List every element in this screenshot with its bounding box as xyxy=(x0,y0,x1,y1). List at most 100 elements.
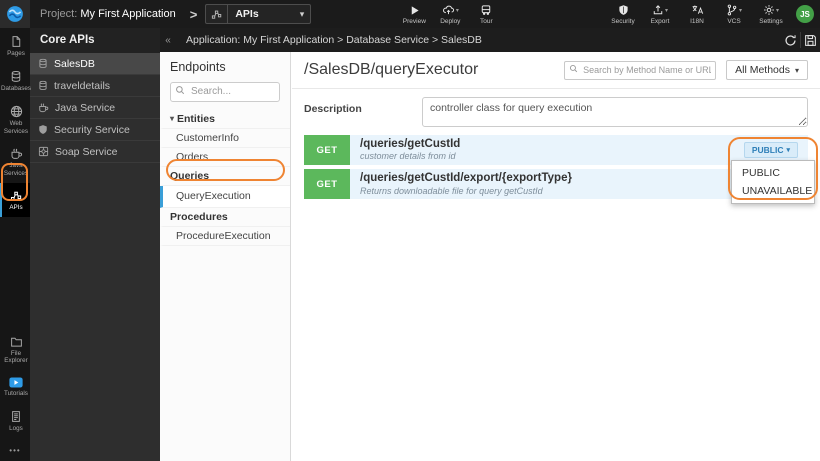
rail-item-web-services[interactable]: Web Services xyxy=(0,98,30,141)
description-label: Description xyxy=(304,103,362,115)
http-method-badge: GET xyxy=(304,135,350,166)
folder-icon xyxy=(10,336,23,348)
security-button[interactable]: Security xyxy=(608,4,638,25)
caret-down-icon: ▾ xyxy=(170,114,175,123)
wavemaker-logo[interactable] xyxy=(0,0,30,28)
rail-item-databases[interactable]: Databases xyxy=(0,63,31,98)
chevron-down-icon: ▾ xyxy=(664,7,668,14)
coffee-icon xyxy=(38,102,49,113)
topbar-actions: Preview ▾ Deploy Tour xyxy=(399,4,501,25)
caret-down-icon: ▾ xyxy=(794,65,799,75)
settings-gear-icon xyxy=(763,4,775,16)
breadcrumb: Application: My First Application > Data… xyxy=(186,34,482,46)
vcs-branch-icon xyxy=(726,4,738,16)
topbar-right-actions: Security ▾ Export I18N ▾ VCS ▾ Settings … xyxy=(608,4,820,25)
refresh-icon xyxy=(784,34,797,47)
chevron-right-icon: > xyxy=(189,6,198,22)
deploy-cloud-icon xyxy=(442,4,455,16)
endpoints-panel: Endpoints ▾ Entities CustomerInfo Orders… xyxy=(160,52,291,461)
core-apis-item-traveldetails[interactable]: traveldetails xyxy=(30,75,160,97)
security-shield-icon xyxy=(618,4,629,16)
rail-item-apis[interactable]: APIs xyxy=(0,183,30,218)
save-button[interactable] xyxy=(800,32,820,48)
method-search-input[interactable] xyxy=(564,60,717,80)
api-icon xyxy=(10,190,22,202)
main-header: /SalesDB/queryExecutor All Methods ▾ xyxy=(292,52,820,89)
deploy-button[interactable]: ▾ Deploy xyxy=(435,4,465,25)
section-procedures[interactable]: Procedures xyxy=(160,208,290,227)
user-avatar[interactable]: JS xyxy=(796,5,814,23)
endpoint-item-orders[interactable]: Orders xyxy=(160,148,290,167)
refresh-button[interactable] xyxy=(780,32,800,48)
http-method-badge: GET xyxy=(304,169,350,200)
perspective-label: APIs xyxy=(235,8,259,20)
rail-item-file-explorer[interactable]: File Explorer xyxy=(0,329,30,371)
endpoints-search-input[interactable] xyxy=(170,81,280,102)
caret-down-icon: ▾ xyxy=(786,147,790,155)
dropdown-option-unavailable[interactable]: UNAVAILABLE xyxy=(732,182,814,200)
api-icon xyxy=(206,5,229,23)
page-icon xyxy=(10,35,22,48)
project-label: Project: xyxy=(40,8,78,20)
play-icon xyxy=(409,5,420,16)
description-block: Description controller class for query e… xyxy=(304,97,808,127)
rail-overflow-menu[interactable]: ••• xyxy=(0,438,30,461)
database-icon xyxy=(38,58,48,69)
database-icon xyxy=(10,70,22,83)
save-icon xyxy=(804,34,817,47)
project-breadcrumb: Project: My First Application xyxy=(40,8,176,20)
chevron-down-icon: ▾ xyxy=(455,7,459,14)
perspective-select[interactable]: APIs ▾ xyxy=(205,4,312,24)
core-apis-item-salesdb[interactable]: SalesDB xyxy=(30,53,160,75)
app-window: Project: My First Application > APIs ▾ P… xyxy=(0,0,820,461)
core-apis-item-label: traveldetails xyxy=(54,79,111,92)
chevron-down-icon: ▾ xyxy=(775,7,779,14)
endpoint-item-procedureexecution[interactable]: ProcedureExecution xyxy=(160,227,290,246)
database-icon xyxy=(38,80,48,91)
endpoint-path: /queries/getCustId xyxy=(360,138,461,150)
page-title: /SalesDB/queryExecutor xyxy=(304,61,479,78)
endpoint-item-customerinfo[interactable]: CustomerInfo xyxy=(160,129,290,148)
core-apis-item-label: SalesDB xyxy=(54,57,95,70)
collapse-left-icon[interactable]: « xyxy=(160,35,176,46)
export-button[interactable]: ▾ Export xyxy=(645,4,675,25)
core-apis-item-java-service[interactable]: Java Service xyxy=(30,97,160,119)
preview-button[interactable]: Preview xyxy=(399,4,429,25)
search-icon xyxy=(175,85,185,95)
endpoint-item-queryexecution[interactable]: QueryExecution xyxy=(160,185,290,208)
endpoints-search xyxy=(170,81,280,102)
i18n-button[interactable]: I18N xyxy=(682,4,712,25)
rail-item-tutorials[interactable]: Tutorials xyxy=(0,370,30,403)
endpoint-description: customer details from id xyxy=(360,151,456,162)
dropdown-option-public[interactable]: PUBLIC xyxy=(732,164,814,182)
chevron-down-icon: ▾ xyxy=(299,8,305,19)
tour-button[interactable]: Tour xyxy=(471,4,501,25)
rail-item-logs[interactable]: Logs xyxy=(0,403,30,438)
project-name: My First Application xyxy=(80,8,176,20)
video-play-icon xyxy=(9,377,23,388)
access-level-dropdown-menu: PUBLIC UNAVAILABLE xyxy=(731,160,815,204)
logo-icon xyxy=(6,5,24,23)
all-methods-dropdown[interactable]: All Methods ▾ xyxy=(726,60,808,80)
core-apis-item-security-service[interactable]: Security Service xyxy=(30,119,160,141)
main-content: /SalesDB/queryExecutor All Methods ▾ Des… xyxy=(292,52,820,461)
core-apis-panel: Core APIs SalesDB traveldetails Java Ser… xyxy=(30,28,160,461)
section-queries[interactable]: Queries xyxy=(160,167,290,186)
export-icon xyxy=(652,4,664,16)
endpoint-row-body: /queries/getCustId customer details from… xyxy=(350,135,744,165)
core-apis-title: Core APIs xyxy=(30,28,160,53)
section-entities[interactable]: ▾ Entities xyxy=(160,110,290,129)
description-textarea[interactable]: controller class for query execution xyxy=(422,97,808,127)
settings-button[interactable]: ▾ Settings xyxy=(756,4,786,25)
shield-icon xyxy=(38,124,48,135)
core-apis-item-soap-service[interactable]: Soap Service xyxy=(30,141,160,163)
tour-bus-icon xyxy=(480,4,492,16)
log-file-icon xyxy=(10,410,22,423)
core-apis-item-label: Java Service xyxy=(55,101,116,114)
i18n-translate-icon xyxy=(691,4,704,16)
vcs-button[interactable]: ▾ VCS xyxy=(719,4,749,25)
rail-item-pages[interactable]: Pages xyxy=(0,28,30,63)
access-level-dropdown-button[interactable]: PUBLIC ▾ xyxy=(743,142,798,159)
rail-item-java-services[interactable]: Java Services xyxy=(0,140,30,183)
chevron-down-icon: ▾ xyxy=(738,7,742,14)
